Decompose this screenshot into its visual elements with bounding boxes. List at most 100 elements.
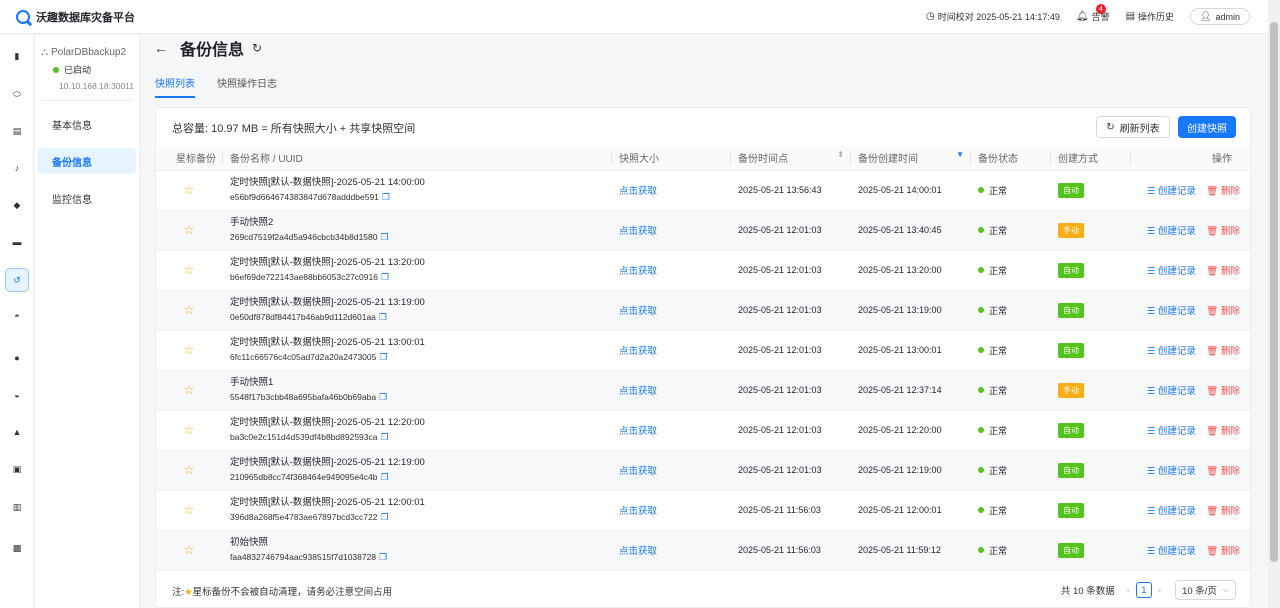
delete-button[interactable]: 🗑︎ 删除 (1206, 186, 1240, 197)
note-text: 星标备份不会被自动清理，请务必注意空间占用 (192, 587, 393, 598)
delete-button[interactable]: 🗑︎ 删除 (1206, 386, 1240, 397)
get-size-link[interactable]: 点击获取 (619, 426, 657, 437)
app-logo[interactable]: 沃趣数据库灾备平台 (16, 9, 135, 25)
col-backup-time[interactable]: 备份时间点 ⬍ (730, 146, 850, 171)
star-toggle-icon[interactable]: ☆ (184, 383, 195, 397)
page-scrollbar[interactable] (1268, 0, 1280, 608)
shield-icon[interactable]: ◆ (9, 197, 25, 213)
delete-button[interactable]: 🗑︎ 删除 (1206, 426, 1240, 437)
star-toggle-icon[interactable]: ☆ (184, 263, 195, 277)
location-icon[interactable]: ● (9, 350, 25, 366)
star-toggle-icon[interactable]: ☆ (184, 543, 195, 557)
copy-icon[interactable]: ❐ (381, 272, 389, 282)
get-size-link[interactable]: 点击获取 (619, 506, 657, 517)
star-toggle-icon[interactable]: ☆ (184, 343, 195, 357)
delete-button[interactable]: 🗑︎ 删除 (1206, 306, 1240, 317)
col-created-time[interactable]: 备份创建时间 ▼ (850, 146, 970, 171)
back-arrow-icon[interactable]: ← (154, 40, 168, 56)
copy-icon[interactable]: ❐ (380, 432, 388, 442)
tab-snapshot-log[interactable]: 快照操作日志 (217, 75, 277, 98)
page-size-select[interactable]: 10 条/页 ⌵ (1175, 580, 1236, 600)
window-icon[interactable]: ▣ (9, 461, 25, 477)
sort-desc-icon[interactable]: ▼ (956, 150, 964, 159)
col-star: 星标备份 (156, 146, 222, 171)
alerts-button[interactable]: 🔔︎ 告警 4 (1076, 4, 1110, 23)
half-circle-icon[interactable]: ◒ (9, 387, 25, 403)
chart-bars-icon[interactable]: ▮ (9, 48, 25, 64)
copy-icon[interactable]: ❐ (380, 512, 388, 522)
create-record-button[interactable]: ☰ 创建记录 (1147, 386, 1196, 397)
star-toggle-icon[interactable]: ☆ (184, 303, 195, 317)
copy-icon[interactable]: ❐ (380, 472, 388, 482)
user-menu[interactable]: 👤︎ admin (1190, 8, 1250, 25)
get-size-link[interactable]: 点击获取 (619, 546, 657, 557)
get-size-link[interactable]: 点击获取 (619, 466, 657, 477)
history-button[interactable]: ▤ 操作历史 (1126, 10, 1174, 23)
delete-button[interactable]: 🗑︎ 删除 (1206, 226, 1240, 237)
copy-icon[interactable]: ❐ (380, 232, 388, 242)
copy-icon[interactable]: ❐ (379, 312, 387, 322)
delete-button[interactable]: 🗑︎ 删除 (1206, 266, 1240, 277)
delete-button[interactable]: 🗑︎ 删除 (1206, 506, 1240, 517)
star-toggle-icon[interactable]: ☆ (184, 183, 195, 197)
refresh-icon[interactable]: ↻ (252, 41, 262, 55)
list-icon: ☰ (1146, 506, 1158, 517)
delete-button[interactable]: 🗑︎ 删除 (1206, 346, 1240, 357)
get-size-link[interactable]: 点击获取 (619, 386, 657, 397)
delete-label: 删除 (1220, 266, 1240, 277)
table-row: ☆ 定时快照[默认-数据快照]-2025-05-21 13:19:00 0e50df… (156, 290, 1250, 331)
delete-button[interactable]: 🗑︎ 删除 (1206, 546, 1240, 557)
create-record-button[interactable]: ☰ 创建记录 (1147, 186, 1196, 197)
time-sync: ◷ 时间校对 2025-05-21 14:17:49 (926, 10, 1060, 23)
create-record-button[interactable]: ☰ 创建记录 (1147, 506, 1196, 517)
refresh-list-button[interactable]: ↻ 刷新列表 (1096, 116, 1170, 138)
database-icon[interactable]: ⬭ (9, 86, 25, 102)
create-snapshot-button[interactable]: 创建快照 (1178, 116, 1236, 138)
backup-time: 2025-05-21 11:56:03 (730, 490, 850, 531)
backup-time: 2025-05-21 12:01:03 (730, 210, 850, 251)
create-record-button[interactable]: ☰ 创建记录 (1147, 466, 1196, 477)
create-record-button[interactable]: ☰ 创建记录 (1147, 306, 1196, 317)
monitor-icon[interactable]: ▩ (9, 540, 25, 556)
get-size-link[interactable]: 点击获取 (619, 186, 657, 197)
create-record-button[interactable]: ☰ 创建记录 (1147, 426, 1196, 437)
delete-button[interactable]: 🗑︎ 删除 (1206, 466, 1240, 477)
subnav-backup-info[interactable]: 备份信息 (38, 148, 136, 174)
subnav-basic-info[interactable]: 基本信息 (38, 111, 136, 137)
get-size-link[interactable]: 点击获取 (619, 266, 657, 277)
create-record-button[interactable]: ☰ 创建记录 (1147, 346, 1196, 357)
list-icon: ☰ (1146, 186, 1158, 197)
create-record-button[interactable]: ☰ 创建记录 (1147, 226, 1196, 237)
page-1-button[interactable]: 1 (1135, 582, 1152, 598)
star-toggle-icon[interactable]: ☆ (184, 423, 195, 437)
backup-time: 2025-05-21 12:01:03 (730, 450, 850, 491)
tab-snapshot-list[interactable]: 快照列表 (155, 75, 195, 98)
copy-icon[interactable]: ❐ (382, 192, 390, 202)
copy-icon[interactable]: ❐ (379, 352, 387, 362)
sort-icon[interactable]: ⬍ (837, 150, 844, 159)
storage-icon[interactable]: ▤ (9, 123, 25, 139)
delete-label: 删除 (1220, 306, 1240, 317)
alarm-icon[interactable]: ▲ (9, 424, 25, 440)
star-toggle-icon[interactable]: ☆ (184, 463, 195, 477)
copy-icon[interactable]: ❐ (379, 552, 387, 562)
trash-icon: 🗑︎ (1206, 346, 1221, 357)
server-icon[interactable]: ▬ (9, 234, 25, 250)
get-size-link[interactable]: 点击获取 (619, 226, 657, 237)
scrollbar-thumb[interactable] (1270, 22, 1278, 562)
backup-icon[interactable]: ↺ (5, 268, 29, 292)
gauge-icon[interactable]: ◓ (9, 308, 25, 324)
create-record-button[interactable]: ☰ 创建记录 (1147, 266, 1196, 277)
music-icon[interactable]: ♪ (9, 160, 25, 176)
backup-time: 2025-05-21 12:01:03 (730, 290, 850, 331)
clipboard-icon[interactable]: ▥ (9, 499, 25, 515)
star-toggle-icon[interactable]: ☆ (184, 223, 195, 237)
subnav-monitor-info[interactable]: 监控信息 (38, 185, 136, 211)
copy-icon[interactable]: ❐ (379, 392, 387, 402)
create-record-button[interactable]: ☰ 创建记录 (1147, 546, 1196, 557)
next-page-icon[interactable]: › (1158, 585, 1161, 596)
get-size-link[interactable]: 点击获取 (619, 306, 657, 317)
prev-page-icon[interactable]: ‹ (1127, 585, 1130, 596)
get-size-link[interactable]: 点击获取 (619, 346, 657, 357)
star-toggle-icon[interactable]: ☆ (184, 503, 195, 517)
